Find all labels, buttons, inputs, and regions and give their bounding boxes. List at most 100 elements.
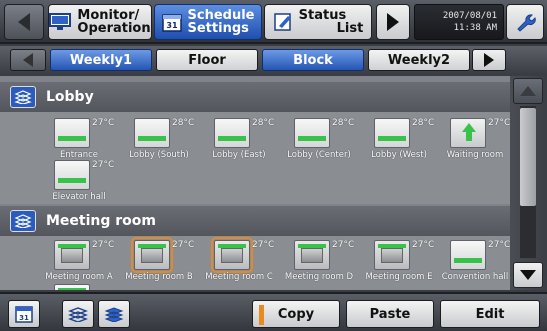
- scrollbar[interactable]: [510, 76, 547, 290]
- unit-partial[interactable]: [40, 282, 118, 290]
- tab-status-label: Status List: [299, 9, 364, 35]
- tab-weekly2[interactable]: Weekly2: [368, 49, 470, 71]
- unit-temp: 28°C: [332, 118, 355, 128]
- unit-temp: 28°C: [412, 118, 435, 128]
- paste-button[interactable]: Paste: [346, 300, 434, 328]
- next-page-button[interactable]: [376, 4, 410, 40]
- unit-temp: 27°C: [252, 240, 275, 250]
- all-blocks-button[interactable]: [98, 300, 130, 328]
- tab-status-label-line2: List: [336, 21, 364, 36]
- subtab-next-button[interactable]: [472, 49, 506, 71]
- tab-schedule-label-line2: Settings: [187, 21, 249, 36]
- unit-name: Convention hall: [441, 272, 509, 282]
- scroll-up-button[interactable]: [513, 78, 543, 104]
- unit-lobby-south[interactable]: 28°C Lobby (South): [120, 116, 198, 168]
- edit-button[interactable]: Edit: [440, 300, 540, 328]
- wall-unit-icon: [450, 240, 486, 270]
- unit-lobby-center[interactable]: 28°C Lobby (Center): [280, 116, 358, 168]
- unit-waiting-room[interactable]: 27°C Waiting room: [436, 116, 510, 168]
- unit-name: Lobby (South): [129, 150, 189, 160]
- stack-blocks-icon: [104, 307, 124, 322]
- unit-temp: 27°C: [92, 160, 115, 170]
- wrench-icon: [517, 14, 536, 32]
- tab-schedule-label: Schedule Settings: [188, 9, 255, 35]
- tab-weekly1[interactable]: Weekly1: [50, 49, 152, 71]
- unit-temp: 27°C: [488, 240, 510, 250]
- unit-name: Waiting room: [446, 150, 504, 160]
- group-header-meeting-room[interactable]: Meeting room: [0, 206, 510, 236]
- top-bar: Monitor/ Operation 31 Schedule Settings …: [0, 0, 547, 44]
- copy-button[interactable]: Copy: [252, 300, 340, 328]
- tab-monitor-operation[interactable]: Monitor/ Operation: [48, 4, 152, 40]
- tab-floor[interactable]: Floor: [156, 49, 258, 71]
- group-header-lobby[interactable]: Lobby: [0, 82, 510, 112]
- unit-meeting-room-d[interactable]: 27°C Meeting room D: [280, 238, 358, 290]
- ventilation-unit-icon: [450, 118, 486, 148]
- wall-unit-icon: [374, 118, 410, 148]
- arrow-down-icon: [520, 270, 536, 280]
- tab-status-list[interactable]: Status List: [264, 4, 372, 40]
- settings-tool-button[interactable]: [506, 4, 544, 40]
- wall-unit-icon: [214, 118, 250, 148]
- calendar-button[interactable]: 31: [8, 300, 40, 328]
- tab-block[interactable]: Block: [262, 49, 364, 71]
- unit-convention-hall[interactable]: 27°C Convention hall: [436, 238, 510, 290]
- unit-name: Meeting room D: [284, 272, 354, 282]
- group-title: Lobby: [46, 89, 94, 105]
- unit-name: Meeting room B: [125, 272, 193, 282]
- monitor-icon: [49, 13, 72, 30]
- unit-meeting-room-c[interactable]: 27°C Meeting room C: [200, 237, 278, 290]
- cassette-unit-icon: [374, 240, 410, 270]
- chevron-right-icon: [387, 13, 399, 31]
- unit-lobby-east[interactable]: 28°C Lobby (East): [200, 116, 278, 168]
- cassette-unit-icon: [131, 237, 173, 273]
- group-body-meeting-room: 27°C Meeting room A 27°C Meeting room B …: [0, 236, 510, 290]
- unit-name: Elevator hall: [52, 192, 106, 202]
- svg-text:31: 31: [19, 314, 29, 322]
- datetime-display: 2007/08/01 11:38 AM: [414, 4, 504, 40]
- unit-meeting-room-b[interactable]: 27°C Meeting room B: [120, 237, 198, 290]
- scroll-thumb[interactable]: [520, 108, 536, 206]
- unit-temp: 27°C: [172, 240, 195, 250]
- bottom-toolbar: 31 Copy Paste Edit: [0, 292, 547, 331]
- date-text: 2007/08/01: [442, 11, 497, 21]
- chevron-left-icon: [23, 53, 33, 67]
- group-blocks-icon: [10, 86, 36, 108]
- unit-temp: 28°C: [172, 118, 195, 128]
- tab-monitor-label-line2: Operation: [77, 21, 151, 36]
- unit-temp: 28°C: [252, 118, 275, 128]
- wall-unit-icon: [134, 118, 170, 148]
- copy-label: Copy: [277, 306, 315, 322]
- unit-temp: 27°C: [92, 118, 115, 128]
- cassette-unit-icon: [54, 240, 90, 270]
- scroll-down-button[interactable]: [513, 262, 543, 288]
- tab-monitor-label: Monitor/ Operation: [77, 9, 150, 35]
- wall-unit-icon: [54, 118, 90, 148]
- unit-name: Lobby (Center): [287, 150, 351, 160]
- unit-name: Lobby (East): [212, 150, 266, 160]
- unit-temp: 27°C: [332, 240, 355, 250]
- unit-temp: 27°C: [412, 240, 435, 250]
- group-title: Meeting room: [46, 213, 157, 229]
- arrow-up-icon: [520, 86, 536, 96]
- calendar-31-icon: 31: [15, 306, 33, 323]
- unit-temp: 27°C: [488, 118, 510, 128]
- group-blocks-icon: [68, 307, 88, 322]
- unit-meeting-room-e[interactable]: 27°C Meeting room E: [360, 238, 438, 290]
- subtab-prev-button[interactable]: [10, 49, 46, 71]
- calendar-31-icon: 31: [161, 14, 182, 32]
- tab-schedule-settings[interactable]: 31 Schedule Settings: [154, 4, 262, 40]
- prev-page-button[interactable]: [4, 4, 44, 40]
- sub-tab-bar: Weekly1 Floor Block Weekly2: [0, 46, 547, 74]
- group-blocks-icon: [10, 210, 36, 232]
- unit-elevator-hall[interactable]: 27°C Elevator hall: [40, 158, 118, 210]
- cassette-unit-icon: [211, 237, 253, 273]
- cassette-unit-icon: [294, 240, 330, 270]
- wall-unit-icon: [54, 284, 90, 290]
- chevron-left-icon: [18, 13, 30, 31]
- unit-lobby-west[interactable]: 28°C Lobby (West): [360, 116, 438, 168]
- wall-unit-icon: [294, 118, 330, 148]
- unit-name: Meeting room C: [205, 272, 273, 282]
- group-select-button[interactable]: [62, 300, 94, 328]
- block-list[interactable]: Lobby 27°C Entrance 28°C Lobby (South) 2…: [0, 76, 510, 290]
